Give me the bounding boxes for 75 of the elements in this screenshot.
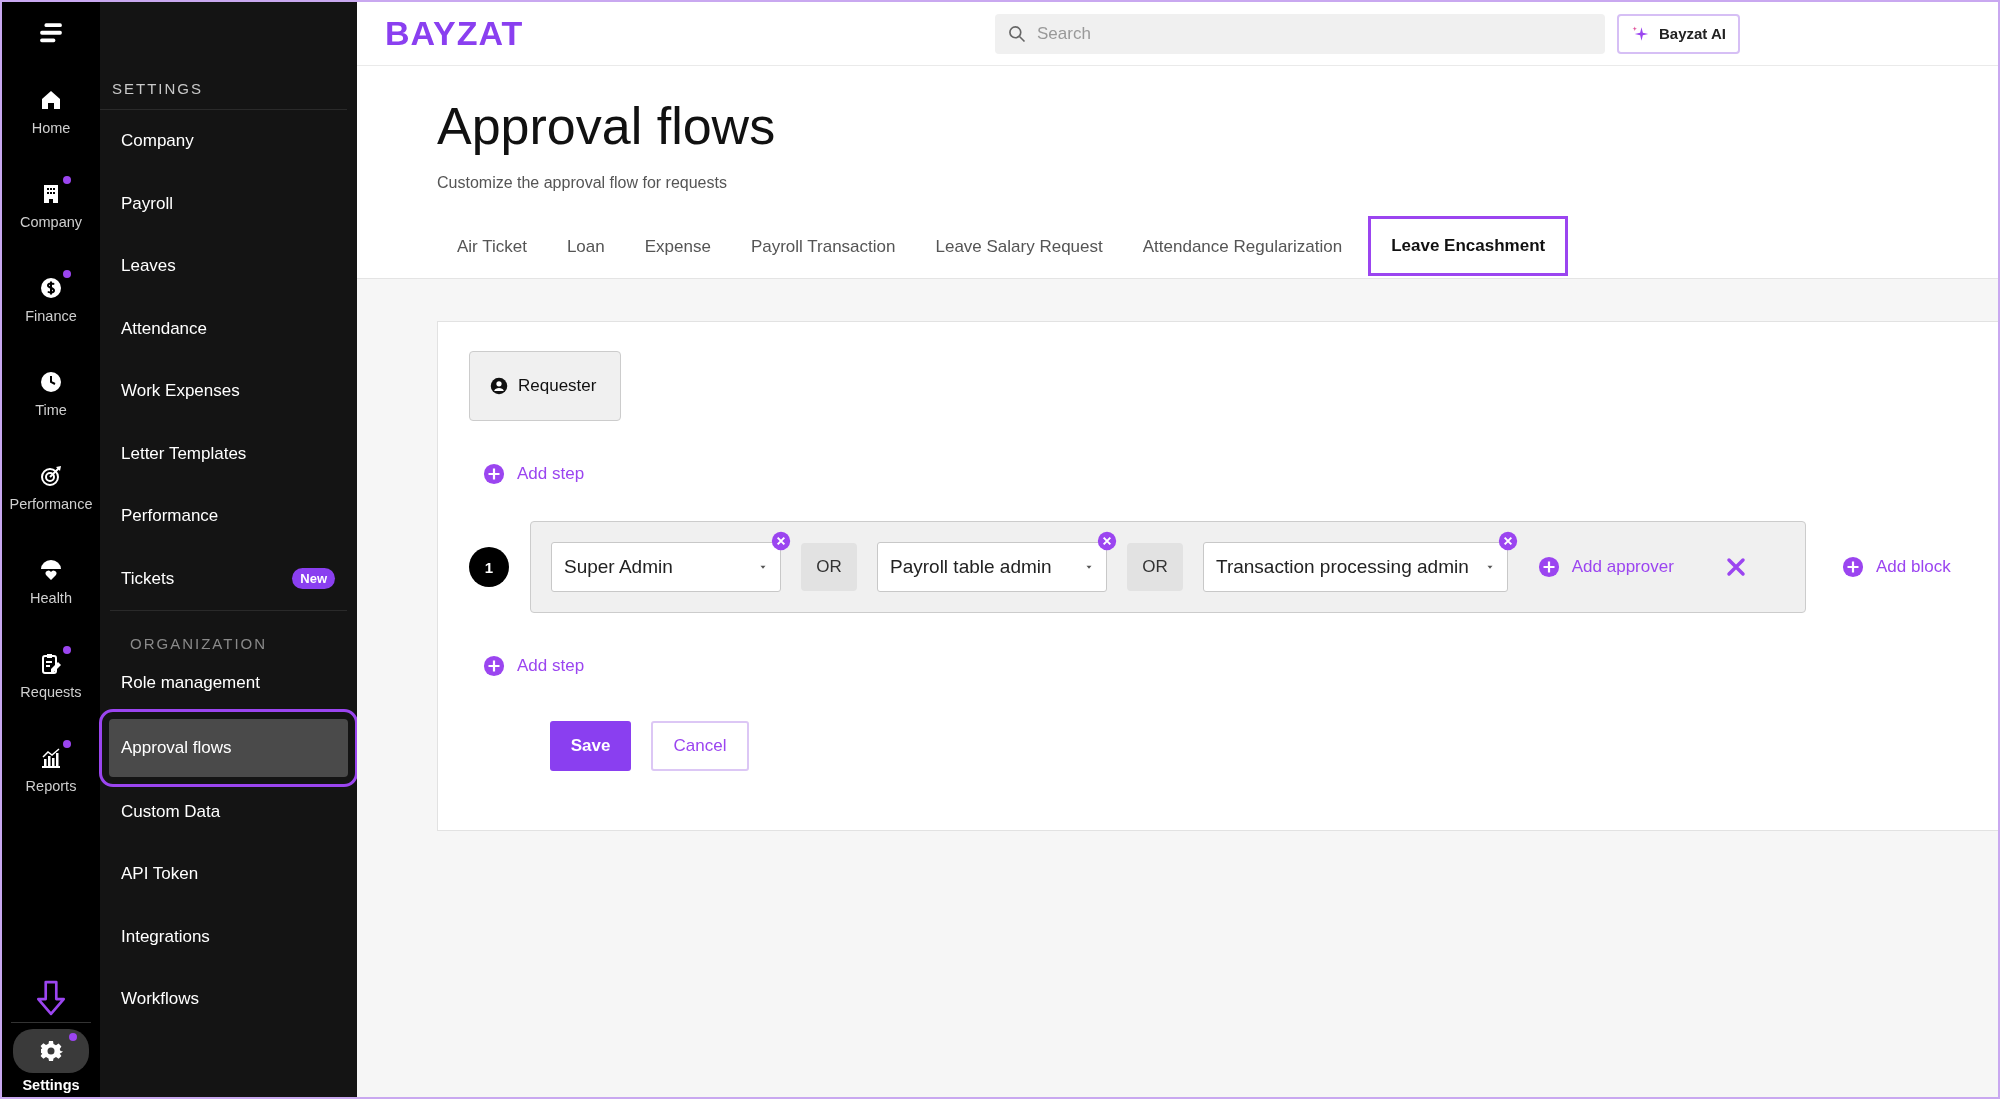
notification-dot: [63, 270, 71, 278]
settings-icon: [39, 1039, 63, 1063]
sparkle-icon: [1631, 24, 1649, 43]
clipboard-pen-icon: [39, 652, 63, 676]
house-icon: [39, 88, 63, 112]
notification-dot: [69, 1033, 77, 1041]
menu-item[interactable]: Attendance: [100, 297, 357, 360]
nav-item[interactable]: Performance: [2, 442, 100, 536]
requester-label: Requester: [518, 376, 597, 396]
add-step-link[interactable]: Add step: [483, 463, 585, 485]
clock-icon: [39, 370, 63, 394]
notification-dot: [63, 740, 71, 748]
plus-circle-icon: [1842, 556, 1864, 578]
section-heading: ORGANIZATION: [110, 610, 347, 652]
notification-dot: [63, 646, 71, 654]
menu-item-label: Tickets: [121, 568, 175, 589]
down-arrow-icon: [34, 980, 68, 1016]
search-icon: [1007, 23, 1027, 44]
or-connector: OR: [1127, 543, 1183, 591]
nav-item[interactable]: Health: [2, 536, 100, 630]
menu-item[interactable]: Performance: [100, 485, 357, 548]
remove-icon: [1497, 531, 1518, 551]
menu-item[interactable]: Letter Templates: [100, 422, 357, 485]
nav-item[interactable]: Reports: [2, 724, 100, 818]
menu-item[interactable]: Work Expenses: [100, 360, 357, 423]
or-connector: OR: [801, 543, 857, 591]
bar-chart-icon: [39, 746, 63, 770]
step-number: 1: [469, 547, 509, 587]
menu-item[interactable]: Custom Data: [100, 780, 357, 843]
nav-item[interactable]: Finance: [2, 254, 100, 348]
plus-circle-icon: [483, 463, 505, 485]
add-approver-link[interactable]: Add approver: [1537, 556, 1674, 578]
add-step-link[interactable]: Add step: [483, 655, 585, 677]
approver-dropdown[interactable]: Super Admin: [551, 542, 781, 592]
plus-circle-icon: [1537, 556, 1560, 578]
logo[interactable]: BAYZAT: [385, 14, 995, 53]
menu-item[interactable]: API Token: [100, 843, 357, 906]
tab[interactable]: Payroll Transaction: [730, 216, 916, 278]
menu-item[interactable]: Role management: [100, 652, 357, 715]
save-button[interactable]: Save: [550, 721, 631, 771]
menu-item[interactable]: Workflows: [100, 968, 357, 1031]
search-field[interactable]: Search: [995, 13, 1605, 54]
notification-dot: [63, 176, 71, 184]
tab[interactable]: Attendance Regularization: [1122, 216, 1363, 278]
plus-circle-icon: [483, 655, 505, 677]
menu-item[interactable]: Integrations: [100, 905, 357, 968]
menu-item[interactable]: Payroll: [100, 172, 357, 235]
tab[interactable]: Leave Encashment: [1368, 216, 1569, 276]
page-subtitle: Customize the approval flow for requests: [437, 174, 728, 192]
remove-icon: [771, 531, 791, 551]
nav-item[interactable]: Time: [2, 348, 100, 442]
person-icon: [490, 377, 508, 395]
new-badge: New: [292, 568, 335, 590]
tab[interactable]: Loan: [546, 216, 625, 278]
approver-dropdown[interactable]: Transaction processing admin: [1203, 542, 1508, 592]
tab[interactable]: Air Ticket: [437, 216, 547, 278]
section-heading: SETTINGS: [100, 80, 347, 110]
umbrella-heart-icon: [39, 558, 63, 582]
target-icon: [39, 464, 63, 488]
ai-button[interactable]: Bayzat AI: [1617, 13, 1740, 54]
nav-item[interactable]: Home: [2, 66, 100, 160]
menu-item[interactable]: Approval flows: [109, 718, 348, 777]
approver-dropdown[interactable]: Payroll table admin: [877, 542, 1107, 592]
page-title: Approval flows: [437, 96, 777, 156]
tab[interactable]: Leave Salary Request: [915, 216, 1123, 278]
cancel-button[interactable]: Cancel: [651, 721, 749, 771]
menu-item[interactable]: Leaves: [100, 235, 357, 298]
dollar-icon: [39, 276, 63, 300]
menu-item[interactable]: Tickets New: [100, 547, 357, 610]
remove-icon: [1097, 531, 1117, 551]
nav-item[interactable]: Company: [2, 160, 100, 254]
menu-item[interactable]: Company: [100, 110, 357, 173]
add-block-link[interactable]: Add block: [1842, 556, 1951, 578]
nav-item[interactable]: Requests: [2, 630, 100, 724]
tab[interactable]: Expense: [624, 216, 731, 278]
